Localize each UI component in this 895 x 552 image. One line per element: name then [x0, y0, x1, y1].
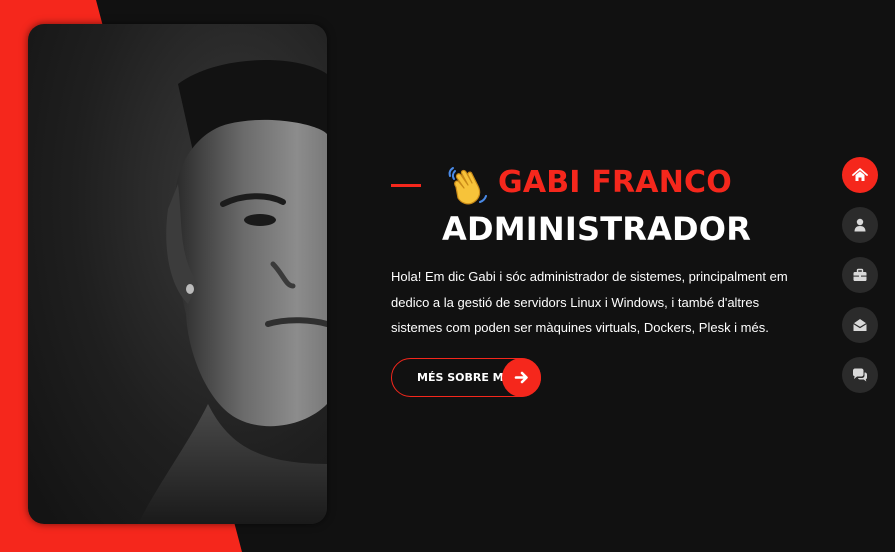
envelope-open-icon	[853, 319, 867, 331]
more-about-me-button[interactable]: MÉS SOBRE MI	[391, 358, 541, 397]
nav-blog[interactable]	[842, 357, 878, 393]
accent-dash	[391, 184, 421, 187]
nav-portfolio[interactable]	[842, 257, 878, 293]
user-icon	[854, 218, 866, 232]
home-icon	[852, 168, 868, 181]
waving-hand-icon	[448, 167, 487, 205]
nav-about[interactable]	[842, 207, 878, 243]
page: GABI FRANCO ADMINISTRADOR Hola! Em dic G…	[0, 0, 895, 552]
profile-photo	[28, 24, 327, 524]
hero-role: ADMINISTRADOR	[442, 210, 752, 248]
title-row: GABI FRANCO	[391, 164, 791, 208]
comments-icon	[853, 368, 867, 382]
briefcase-icon	[853, 268, 867, 281]
nav-home[interactable]	[842, 157, 878, 193]
hero-bio: Hola! Em dic Gabi i sóc administrador de…	[391, 269, 788, 335]
hero-name: GABI FRANCO	[498, 165, 732, 200]
arrow-right-icon	[514, 371, 528, 384]
nav-contact[interactable]	[842, 307, 878, 343]
more-about-me-label: MÉS SOBRE MI	[417, 371, 508, 384]
hero-intro: GABI FRANCO ADMINISTRADOR Hola! Em dic G…	[391, 164, 791, 397]
arrow-circle	[502, 358, 541, 397]
